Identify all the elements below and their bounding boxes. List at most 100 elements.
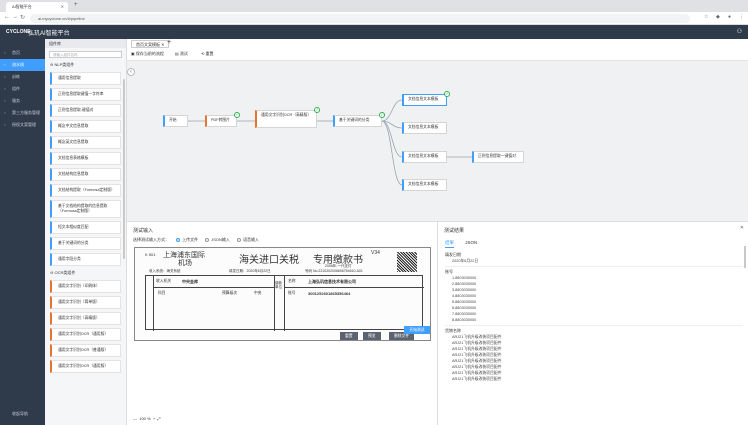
components-icon: ▫ — [4, 86, 6, 91]
flow-node-ocr[interactable]: 通用文字识别OCR（高精版） ✓ — [255, 107, 320, 128]
close-tab-icon[interactable]: ✕ — [61, 2, 64, 12]
preview-reset-button[interactable]: 重置 — [340, 332, 358, 340]
start-test-button[interactable]: 开始测试 — [404, 326, 430, 334]
component-card[interactable]: 通用文字识别OCR（普通版） — [50, 344, 121, 357]
browser-tab-strip: AI智能平台 ✕ + — [0, 0, 748, 12]
component-card[interactable]: 概念中文信息提取 — [50, 120, 121, 133]
save-flow-button[interactable]: ▣ 保存当前的流程 — [131, 51, 164, 57]
receipt-ref: 号码 No.2210202006606754610-A01 — [305, 269, 363, 273]
collapse-nav[interactable]: 收起导航 — [0, 411, 45, 417]
radio-upload[interactable] — [176, 237, 181, 242]
component-card[interactable]: 基于文档结构提取的信息提取（Formosa定制版） — [50, 200, 121, 218]
nav-license[interactable]: ▫ 授权文案管理 — [0, 119, 45, 131]
reload-icon[interactable]: ↻ — [20, 14, 25, 21]
address-bar: ← → ↻ ai.mycyclone.cn/#/pipeline ☆ ◆ ● ⋮ — [0, 12, 748, 25]
fill-date-value: 2020年6月22日 — [452, 259, 479, 263]
component-card[interactable]: 通用文字识别OCR（通用版） — [50, 328, 121, 341]
component-card[interactable]: 通用信息提取 — [50, 72, 121, 85]
nav-third-party[interactable]: ▫ 第三方服务管理 — [0, 107, 45, 119]
nav-pipeline[interactable]: ▫ 流水线 — [0, 59, 45, 71]
test-input-title: 测试输入 — [133, 228, 154, 234]
component-card[interactable]: 短文本相似度匹配 — [50, 221, 121, 234]
nlp-group-header[interactable]: ⊖ NLP类组件 — [45, 61, 126, 69]
flow-node-classify[interactable]: 基于关键词的分类 ✓ — [333, 112, 385, 127]
flow-node-template-4[interactable]: 文档信息文本模板 — [402, 179, 447, 191]
flow-node-template-3[interactable]: 文档信息文本模板 — [402, 151, 447, 163]
nav-services[interactable]: ▫ 服务 — [0, 95, 45, 107]
zoom-out-icon[interactable]: — — [133, 416, 137, 421]
pipeline-icon: ▫ — [4, 62, 6, 67]
qr-code — [397, 252, 417, 272]
forward-icon[interactable]: → — [12, 14, 18, 20]
tab-result[interactable]: 结果 — [445, 240, 454, 248]
component-card[interactable]: 文档信息表格模板 — [50, 152, 121, 165]
receipt-code: K 501 — [145, 252, 156, 257]
input-mode-selector: 选择测试输入方式： 上传文件 JSON输入 语音输入 — [133, 237, 260, 242]
component-card[interactable]: 文档结构提取（Formosa定制版） — [50, 184, 121, 197]
close-icon[interactable]: ✕ — [740, 225, 744, 231]
nav-home[interactable]: ▫ 首页 — [0, 47, 45, 59]
flow-node-template-1[interactable]: 文档信息文本模板 ✓ — [402, 91, 450, 106]
flow-node-pdf[interactable]: PDF转图片 ✓ — [205, 112, 240, 127]
add-tab-icon[interactable]: + — [167, 39, 171, 46]
component-card[interactable]: 基于关键词的分类 — [50, 237, 121, 250]
test-button[interactable]: ▤ 测试 — [175, 51, 188, 57]
component-card[interactable]: 通用文字识别（简单版） — [50, 296, 121, 309]
url-field[interactable]: ai.mycyclone.cn/#/pipeline — [30, 14, 690, 23]
flow-node-regex[interactable]: 正则信息提取一键值对 — [472, 151, 524, 163]
component-card[interactable]: 正则信息提取键值一字符串 — [50, 88, 121, 101]
component-card[interactable]: 通用字段分类 — [50, 253, 121, 266]
flow-node-template-2[interactable]: 文档信息文本模板 — [402, 122, 447, 134]
profile-icon[interactable]: ● — [728, 14, 731, 20]
flow-node-start[interactable]: 开始 — [163, 115, 188, 127]
component-card[interactable]: 概念英文信息提取 — [50, 136, 121, 149]
result-tabs: 结果 JSON — [445, 240, 487, 248]
services-icon: ▫ — [4, 98, 6, 103]
app-title: 弘玑AI智能平台 — [28, 31, 70, 37]
result-scrollbar[interactable] — [744, 246, 746, 268]
receipt-date: 填发日期：2020年6月22日 — [229, 269, 271, 273]
component-card[interactable]: 文档结构信息提取 — [50, 168, 121, 181]
receipt-stamp: V34 — [371, 250, 380, 256]
ocr-group-header[interactable]: ⊖ OCR类组件 — [45, 269, 126, 277]
zoom-controls: — 100 % + ⤢ — [133, 416, 161, 421]
radio-voice[interactable] — [237, 237, 242, 242]
document-preview: K 501 上海浦东国际 机场 海关进口关税 专用缴款书 V34 2006年-一… — [134, 247, 431, 341]
component-scrollbar[interactable] — [123, 79, 125, 259]
workspace-tab[interactable]: 首页文案模板 ✕ — [131, 40, 170, 48]
component-card[interactable]: 正则信息提取-键值对 — [50, 104, 121, 117]
component-panel-title: 组件库 — [45, 39, 126, 48]
component-card[interactable]: 通用文字识别OCR（通用版） — [50, 360, 121, 373]
url-text: ai.mycyclone.cn/#/pipeline — [38, 16, 85, 21]
extension-icon[interactable]: ◆ — [716, 14, 720, 20]
back-icon[interactable]: ← — [4, 14, 10, 20]
component-card[interactable]: 通用文字识别（高精版） — [50, 312, 121, 325]
receipt-office-2: 机场 — [178, 259, 192, 267]
nav-training[interactable]: ▫ 训练 — [0, 71, 45, 83]
result-list: 填发日期 2020年6月22日 账号 1.8803030000 2.880303… — [445, 252, 743, 382]
logo: CYCLONE — [6, 29, 31, 35]
browser-tab-title: AI智能平台 — [12, 4, 32, 9]
collapse-panel-icon[interactable]: ‹ — [127, 68, 135, 76]
browser-tab[interactable]: AI智能平台 ✕ — [6, 2, 68, 12]
user-icon[interactable]: ⚇ — [737, 28, 742, 35]
reset-button[interactable]: ⟲ 重置 — [201, 51, 213, 57]
nav-components[interactable]: ▫ 组件 — [0, 83, 45, 95]
fit-screen-icon[interactable]: ⤢ — [157, 416, 160, 421]
success-check-icon: ✓ — [234, 112, 240, 118]
workspace-toolbar: 首页文案模板 ✕ + ▣ 保存当前的流程 ▤ 测试 ⟲ 重置 — [127, 39, 748, 61]
test-input-panel: 测试输入 选择测试输入方式： 上传文件 JSON输入 语音输入 K 501 上海… — [127, 221, 437, 425]
star-icon[interactable]: ☆ — [704, 14, 708, 20]
flow-canvas[interactable]: 开始 PDF转图片 ✓ 通用文字识别OCR（高精版） ✓ 基于关键词的分类 ✓ 文档信… — [127, 61, 748, 221]
preview-button[interactable]: 预览 — [363, 332, 381, 340]
component-search-input[interactable]: 请输入组件名称 — [49, 51, 122, 58]
new-tab-icon[interactable]: + — [74, 2, 78, 8]
component-card[interactable]: 通用文字识别（印刷体） — [50, 280, 121, 293]
radio-json[interactable] — [205, 237, 210, 242]
tab-json[interactable]: JSON — [465, 240, 477, 245]
menu-icon[interactable]: ⋮ — [739, 14, 744, 20]
home-icon: ▫ — [4, 50, 6, 55]
test-result-panel: 测试结果 ✕ 结果 JSON 填发日期 2020年6月22日 账号 1.8803… — [437, 221, 748, 425]
license-icon: ▫ — [4, 122, 6, 127]
zoom-in-icon[interactable]: + — [153, 416, 155, 421]
